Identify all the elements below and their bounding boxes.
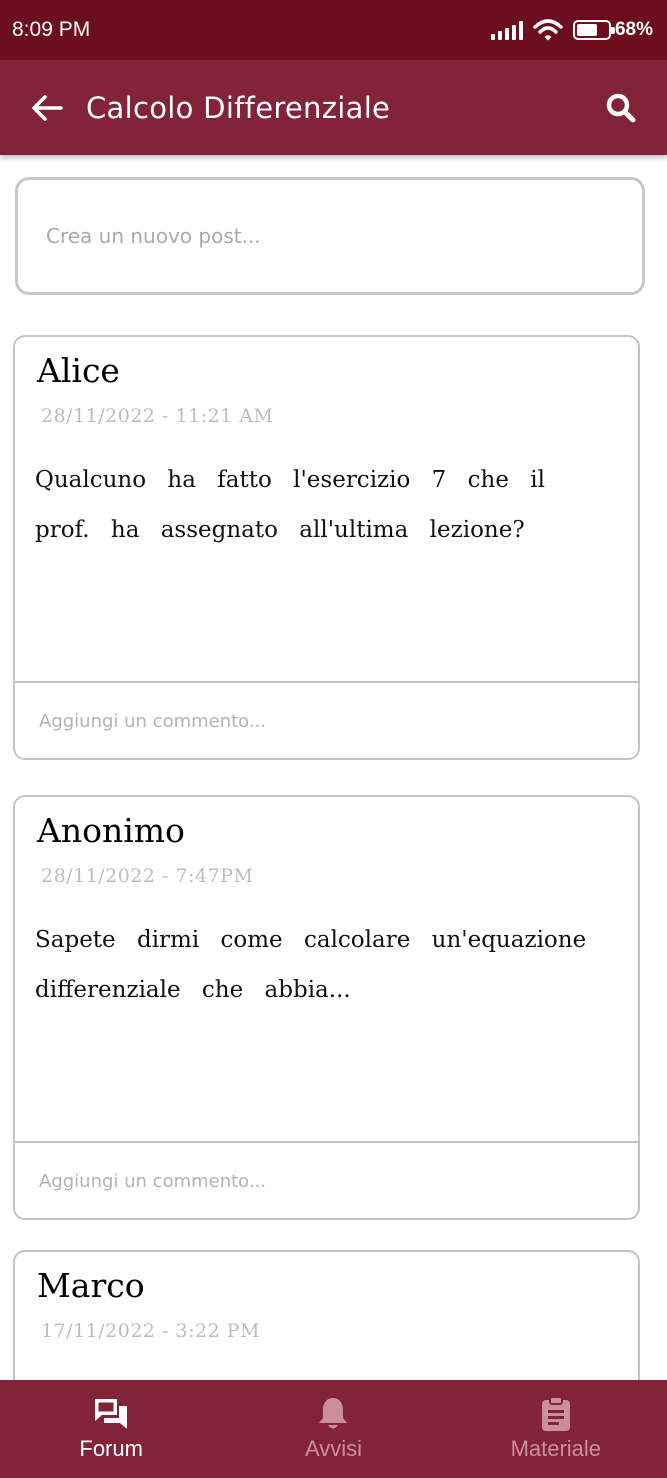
nav-label: Materiale xyxy=(510,1436,602,1461)
post-author: Marco xyxy=(37,1266,145,1305)
post-card: Marco 17/11/2022 - 3:22 PM xyxy=(13,1250,640,1380)
new-post-input[interactable]: Crea un nuovo post... xyxy=(15,177,645,295)
page-title: Calcolo Differenziale xyxy=(86,90,391,125)
comment-input[interactable]: Aggiungi un commento... xyxy=(39,711,266,732)
nav-label: Forum xyxy=(79,1436,143,1461)
forum-icon xyxy=(95,1399,128,1429)
comment-input[interactable]: Aggiungi un commento... xyxy=(39,1171,266,1192)
divider xyxy=(15,1141,638,1143)
status-icons: 68% xyxy=(490,18,653,42)
nav-materiale[interactable]: Materiale xyxy=(456,1396,656,1462)
post-body: Qualcuno ha fatto l'esercizio 7 che il p… xyxy=(35,467,545,543)
battery-percent: 68% xyxy=(614,19,653,40)
wifi-icon xyxy=(533,19,563,41)
status-bar: 8:09 PM 68% xyxy=(0,0,667,60)
forum-feed: Crea un nuovo post... Alice 28/11/2022 -… xyxy=(0,155,667,1380)
post-date: 17/11/2022 - 3:22 PM xyxy=(41,1320,260,1342)
arrow-left-icon[interactable] xyxy=(30,93,64,123)
divider xyxy=(15,681,638,683)
clipboard-icon xyxy=(541,1396,570,1431)
nav-avvisi[interactable]: Avvisi xyxy=(233,1396,433,1462)
post-author: Alice xyxy=(37,351,120,390)
new-post-placeholder: Crea un nuovo post... xyxy=(46,224,261,248)
search-icon[interactable] xyxy=(605,92,637,124)
post-body: Sapete dirmi come calcolare un'equazione… xyxy=(35,927,587,1003)
app-bar: Calcolo Differenziale xyxy=(0,60,667,155)
post-date: 28/11/2022 - 7:47PM xyxy=(41,865,254,887)
bottom-nav: Forum Avvisi Materiale xyxy=(0,1380,667,1478)
post-author: Anonimo xyxy=(37,811,185,850)
bell-icon xyxy=(319,1398,348,1429)
post-card: Anonimo 28/11/2022 - 7:47PM Sapete dirmi… xyxy=(13,795,640,1220)
post-date: 28/11/2022 - 11:21 AM xyxy=(41,405,274,427)
nav-label: Avvisi xyxy=(304,1436,363,1461)
nav-forum[interactable]: Forum xyxy=(11,1396,211,1462)
status-time: 8:09 PM xyxy=(12,18,91,41)
post-card: Alice 28/11/2022 - 11:21 AM Qualcuno ha … xyxy=(13,335,640,760)
signal-icon xyxy=(490,20,523,40)
battery-icon: 68% xyxy=(572,19,653,41)
